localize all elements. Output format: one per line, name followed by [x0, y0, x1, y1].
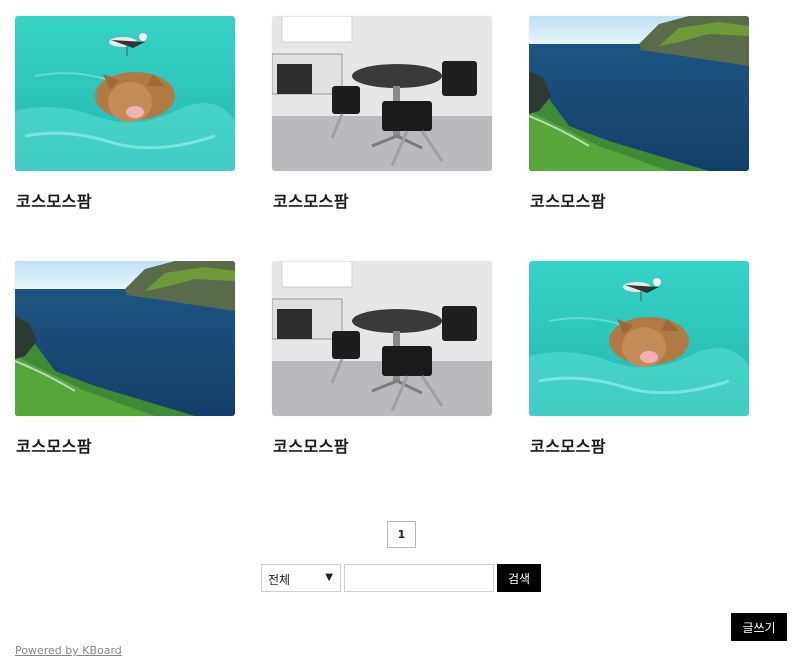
post-thumbnail[interactable] — [529, 16, 749, 171]
post-card[interactable]: 코스모스팜 — [15, 261, 235, 456]
post-thumbnail[interactable] — [15, 16, 235, 171]
pig-swimming-photo — [529, 261, 749, 416]
post-title[interactable]: 코스모스팜 — [16, 433, 92, 457]
sea-cliff-photo — [15, 261, 235, 416]
search-input[interactable] — [344, 564, 494, 592]
office-meeting-room-photo — [272, 261, 492, 416]
post-card[interactable]: 코스모스팜 — [529, 16, 749, 211]
post-title[interactable]: 코스모스팜 — [16, 188, 92, 212]
sea-cliff-photo — [529, 16, 749, 171]
pig-swimming-photo — [15, 16, 235, 171]
post-title[interactable]: 코스모스팜 — [273, 433, 349, 457]
post-card[interactable]: 코스모스팜 — [272, 16, 492, 211]
write-post-button[interactable]: 글쓰기 — [731, 613, 787, 641]
post-thumbnail[interactable] — [272, 261, 492, 416]
post-card[interactable]: 코스모스팜 — [15, 16, 235, 211]
post-card[interactable]: 코스모스팜 — [272, 261, 492, 456]
post-thumbnail[interactable] — [15, 261, 235, 416]
pagination: 1 — [387, 521, 416, 548]
search-button[interactable]: 검색 — [497, 564, 541, 592]
post-title[interactable]: 코스모스팜 — [530, 433, 606, 457]
post-title[interactable]: 코스모스팜 — [273, 188, 349, 212]
post-title[interactable]: 코스모스팜 — [530, 188, 606, 212]
search-category-value: 전체 — [268, 573, 291, 587]
dropdown-caret-icon: ▼ — [325, 572, 333, 583]
post-card[interactable]: 코스모스팜 — [529, 261, 749, 456]
powered-by-link[interactable]: Powered by KBoard — [15, 644, 122, 657]
search-category-select[interactable]: 전체 ▼ — [261, 564, 341, 592]
office-meeting-room-photo — [272, 16, 492, 171]
page-button-1[interactable]: 1 — [387, 521, 416, 548]
post-thumbnail[interactable] — [529, 261, 749, 416]
post-thumbnail[interactable] — [272, 16, 492, 171]
